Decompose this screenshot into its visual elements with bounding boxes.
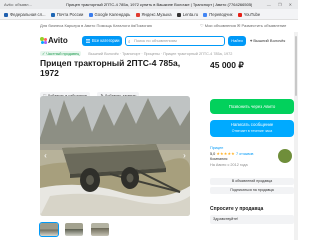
write-message-button[interactable]: Написать сообщение Отвечает в течение ча…	[210, 120, 294, 137]
bookmark-item[interactable]: Яндекс.Музыка	[135, 9, 172, 19]
breadcrumb-item[interactable]: Прицепы	[144, 52, 160, 56]
search-navbar: Avito Все категории ⌕ Поиск по объявлени…	[0, 32, 298, 50]
window-controls[interactable]: — ❐ ✕	[267, 0, 295, 9]
bookmark-icon	[135, 12, 140, 17]
photo-thumbnail[interactable]	[65, 223, 84, 236]
bookmark-icon	[88, 12, 93, 17]
bookmark-icon	[176, 12, 181, 17]
scrollbar-thumb[interactable]	[295, 36, 297, 96]
ask-seller-input[interactable]: Здравствуйте!	[210, 215, 294, 224]
bookmark-label: Переводчик	[209, 12, 233, 17]
menu-icon	[86, 39, 90, 43]
listing-price: 45 000 ₽	[210, 60, 244, 70]
seller-rating: 5,0	[210, 151, 216, 156]
bookmarks-bar: Федеральная сл... Почта России Google Ка…	[0, 9, 298, 20]
listing-title: Прицеп тракторный 2ПТС-4 785а, 1972	[40, 58, 181, 78]
window-title: Прицеп тракторный 2ПТС-4 785а, 1972 купи…	[66, 2, 252, 7]
bookmark-label: Google Календарь	[94, 12, 131, 17]
bookmark-item[interactable]: Lenta.ru	[176, 9, 199, 19]
bookmark-label: Lenta.ru	[182, 12, 199, 17]
all-categories-button[interactable]: Все категории	[82, 36, 122, 46]
photo-thumbnail[interactable]	[90, 223, 109, 236]
header-links-left[interactable]: Для бизнеса Карьера в Авито Помощь Катал…	[40, 20, 152, 32]
search-placeholder: Поиск по объявлениям	[134, 38, 177, 43]
bookmark-item[interactable]: Федеральная сл...	[4, 9, 46, 19]
seller-reviews-link[interactable]: 7 отзывов	[236, 152, 254, 156]
avito-logo-icon	[40, 37, 47, 44]
call-via-avito-button[interactable]: Позвонить через Авито	[210, 99, 294, 114]
site-header-links: Для бизнеса Карьера в Авито Помощь Катал…	[0, 20, 298, 32]
search-icon: ⌕	[128, 39, 131, 44]
breadcrumb-item[interactable]: Транспорт	[122, 52, 140, 56]
bookmark-label: Почта России	[56, 12, 84, 17]
listing-actions: ♡ Добавить в избранное ✎ Добавить заметк…	[40, 84, 142, 100]
find-button[interactable]: Найти	[228, 36, 246, 46]
avito-logo-text: Avito	[48, 36, 68, 45]
trailer-photo-image	[40, 96, 190, 216]
city-selector[interactable]: ⌖ Вышний Волочёк	[250, 36, 285, 46]
bookmark-label: Федеральная сл...	[10, 12, 46, 17]
avito-logo[interactable]: Avito	[40, 36, 68, 46]
all-categories-label: Все категории	[92, 38, 120, 43]
header-links-right[interactable]: ♡ Мои объявления ✉ Разместить объявление	[200, 20, 286, 32]
subscribe-seller-button[interactable]: Подписаться на продавца	[210, 187, 294, 194]
breadcrumb: ✓ Частный продавец Вышний Волочёк · Тран…	[40, 51, 233, 56]
bookmark-label: Яндекс.Музыка	[141, 12, 172, 17]
bookmark-item[interactable]: YouTube	[237, 9, 261, 19]
bookmark-icon	[50, 12, 55, 17]
browser-tab[interactable]: Avito: объявл...	[4, 0, 32, 9]
bookmark-icon	[203, 12, 208, 17]
listing-photo[interactable]	[40, 96, 190, 216]
photo-thumbnails	[39, 222, 112, 240]
avatar[interactable]	[278, 149, 292, 163]
seller-listings-button[interactable]: В объявлений продавца	[210, 178, 294, 185]
private-seller-badge: ✓ Частный продавец	[40, 51, 82, 56]
bookmark-item[interactable]: Переводчик	[203, 9, 233, 19]
breadcrumb-item[interactable]: Вышний Волочёк	[88, 52, 118, 56]
response-time-text: Отвечает в течение часа	[231, 128, 273, 133]
rating-stars-icon: ★★★★★	[216, 151, 235, 156]
ask-seller-heading: Спросите у продавца	[210, 206, 264, 212]
photo-prev-arrow[interactable]: ‹	[42, 151, 49, 161]
bookmark-item[interactable]: Google Календарь	[88, 9, 131, 19]
photo-next-arrow[interactable]: ›	[181, 151, 188, 161]
bookmark-icon	[237, 12, 242, 17]
photo-thumbnail[interactable]	[39, 222, 59, 237]
breadcrumb-item[interactable]: Прицеп тракторный 2ПТС-4 785а, 1972	[163, 52, 232, 56]
write-message-label: Написать сообщение	[230, 121, 274, 127]
seller-since: На Авито с 2012 года	[210, 162, 248, 167]
bookmark-label: YouTube	[243, 12, 261, 17]
page-scrollbar[interactable]	[294, 32, 298, 240]
browser-titlebar: Avito: объявл... Прицеп тракторный 2ПТС-…	[0, 0, 298, 9]
search-input[interactable]: ⌕ Поиск по объявлениям	[125, 36, 225, 46]
bookmark-icon	[4, 12, 8, 17]
bookmark-item[interactable]: Почта России	[50, 9, 84, 19]
